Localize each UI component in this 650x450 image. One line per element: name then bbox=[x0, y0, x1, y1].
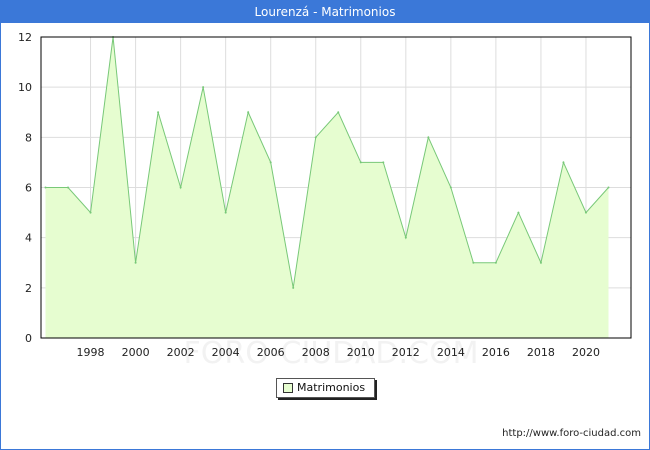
source-url: http://www.foro-ciudad.com bbox=[502, 428, 641, 439]
data-point bbox=[494, 261, 497, 264]
x-tick-label: 2014 bbox=[437, 346, 465, 359]
x-tick-label: 2008 bbox=[302, 346, 330, 359]
data-point bbox=[517, 211, 520, 214]
data-point bbox=[89, 211, 92, 214]
x-tick-label: 2004 bbox=[212, 346, 240, 359]
data-point bbox=[179, 186, 182, 189]
data-point bbox=[202, 86, 205, 89]
data-point bbox=[44, 186, 47, 189]
data-point bbox=[562, 161, 565, 164]
legend-swatch bbox=[283, 383, 293, 393]
legend: Matrimonios bbox=[276, 378, 375, 398]
y-tick-label: 10 bbox=[18, 81, 32, 94]
data-point bbox=[404, 236, 407, 239]
y-tick-label: 2 bbox=[25, 282, 32, 295]
y-tick-label: 12 bbox=[18, 31, 32, 44]
y-tick-label: 8 bbox=[25, 131, 32, 144]
x-tick-label: 2020 bbox=[572, 346, 600, 359]
y-tick-label: 4 bbox=[25, 232, 32, 245]
chart-area: FORO-CIUDAD.COM 0246810121998 2000 2002 200… bbox=[18, 31, 632, 371]
chart-title: Lourenzá - Matrimonios bbox=[1, 1, 649, 23]
legend-label: Matrimonios bbox=[297, 381, 366, 394]
x-tick-label: 2000 bbox=[122, 346, 150, 359]
data-point bbox=[539, 261, 542, 264]
data-point bbox=[427, 136, 430, 139]
y-tick-label: 6 bbox=[25, 182, 32, 195]
data-point bbox=[472, 261, 475, 264]
data-point bbox=[224, 211, 227, 214]
data-point bbox=[247, 111, 250, 114]
data-point bbox=[584, 211, 587, 214]
data-point bbox=[269, 161, 272, 164]
data-point bbox=[607, 186, 610, 189]
data-point bbox=[314, 136, 317, 139]
x-tick-label: 2018 bbox=[527, 346, 555, 359]
data-point bbox=[157, 111, 160, 114]
data-point bbox=[292, 286, 295, 289]
y-tick-label: 0 bbox=[25, 332, 32, 345]
data-point bbox=[67, 186, 70, 189]
data-point bbox=[449, 186, 452, 189]
data-point bbox=[337, 111, 340, 114]
x-tick-label: 2006 bbox=[257, 346, 285, 359]
x-tick-label: 2010 bbox=[347, 346, 375, 359]
chart-frame: Lourenzá - Matrimonios FORO-CIUDAD.COM 0… bbox=[0, 0, 650, 450]
data-point bbox=[134, 261, 137, 264]
x-tick-label: 1998 bbox=[77, 346, 105, 359]
data-point bbox=[359, 161, 362, 164]
x-tick-label: 2016 bbox=[482, 346, 510, 359]
x-tick-label: 2012 bbox=[392, 346, 420, 359]
data-point bbox=[382, 161, 385, 164]
x-tick-label: 2002 bbox=[167, 346, 195, 359]
